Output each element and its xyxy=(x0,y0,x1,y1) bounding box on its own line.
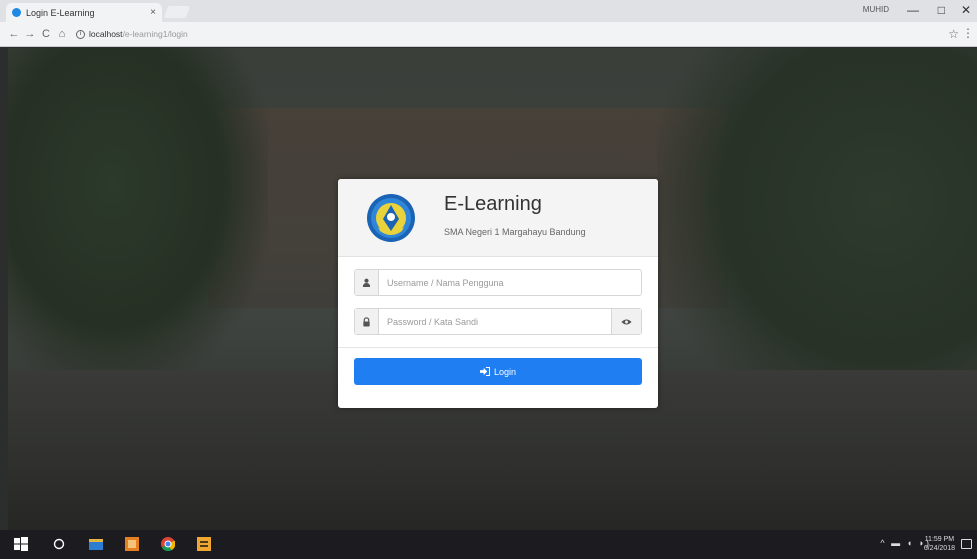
windows-taskbar: ^ ▬ ◖ ◗) 11:59 PM 6/24/2018 xyxy=(0,530,977,559)
clock-date: 6/24/2018 xyxy=(923,545,955,552)
window-close-icon[interactable]: ✕ xyxy=(961,3,971,17)
password-group xyxy=(354,308,642,335)
password-input[interactable] xyxy=(379,309,611,334)
window-user-label[interactable]: MUHID xyxy=(863,5,889,14)
info-icon[interactable]: i xyxy=(76,29,85,39)
task-view-icon[interactable] xyxy=(52,537,66,551)
login-card: E-Learning SMA Negeri 1 Margahayu Bandun… xyxy=(338,179,658,408)
browser-menu-icon[interactable]: ⋮ xyxy=(962,26,974,40)
bookmark-star-icon[interactable]: ☆ xyxy=(948,27,959,41)
address-path: /e-learning1/login xyxy=(122,29,188,39)
clock-time: 11:59 PM xyxy=(924,536,955,543)
school-name: SMA Negeri 1 Margahayu Bandung xyxy=(444,227,586,237)
lock-icon xyxy=(355,309,379,334)
tab-close-icon[interactable]: × xyxy=(150,7,156,18)
form-divider xyxy=(338,347,658,348)
office-app-icon[interactable] xyxy=(125,537,139,551)
school-logo-icon xyxy=(367,194,415,242)
browser-toolbar: ← → C ⌂ i localhost/e-learning1/login xyxy=(0,22,977,47)
sign-in-icon xyxy=(480,367,490,376)
address-host: localhost xyxy=(89,29,123,39)
home-icon[interactable]: ⌂ xyxy=(54,28,70,40)
back-icon[interactable]: ← xyxy=(6,28,22,40)
browser-tab[interactable]: Login E-Learning × xyxy=(6,3,162,22)
minimize-icon[interactable]: — xyxy=(907,3,919,17)
new-tab-button[interactable] xyxy=(163,6,191,18)
background-trees-left xyxy=(8,48,268,388)
app-title: E-Learning xyxy=(444,193,542,215)
taskbar-clock[interactable]: 11:59 PM 6/24/2018 xyxy=(924,535,955,553)
chrome-icon[interactable] xyxy=(161,537,175,551)
login-card-header: E-Learning SMA Negeri 1 Margahayu Bandun… xyxy=(338,179,658,257)
login-form: Login xyxy=(338,257,658,385)
username-group xyxy=(354,269,642,296)
login-button[interactable]: Login xyxy=(354,358,642,385)
file-explorer-icon[interactable] xyxy=(89,537,103,551)
browser-tabbar: Login E-Learning × MUHID — □ ✕ xyxy=(0,0,977,22)
username-input[interactable] xyxy=(379,270,641,295)
address-bar[interactable]: i localhost/e-learning1/login xyxy=(76,26,956,43)
action-center-icon[interactable] xyxy=(961,539,972,549)
windows-start-icon[interactable] xyxy=(14,537,28,551)
login-button-label: Login xyxy=(493,366,517,377)
eye-icon[interactable] xyxy=(611,309,641,334)
tab-favicon-icon xyxy=(12,8,21,17)
forward-icon[interactable]: → xyxy=(22,28,38,40)
maximize-icon[interactable]: □ xyxy=(938,3,945,17)
user-icon xyxy=(355,270,379,295)
tab-title: Login E-Learning xyxy=(26,7,95,18)
sublime-text-icon[interactable] xyxy=(197,537,211,551)
reload-icon[interactable]: C xyxy=(38,28,54,40)
